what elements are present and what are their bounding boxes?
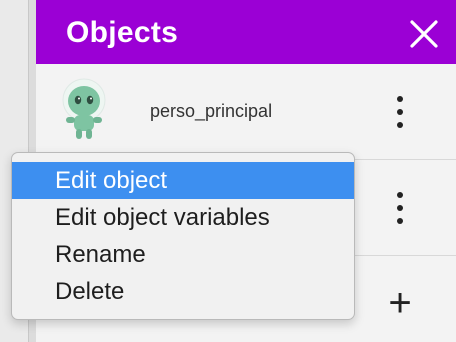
- add-object-button[interactable]: +: [383, 283, 417, 323]
- menu-item-rename[interactable]: Rename: [12, 236, 354, 273]
- menu-item-edit-object-variables[interactable]: Edit object variables: [12, 199, 354, 236]
- alien-character-icon: [56, 78, 112, 142]
- object-name: perso_principal: [150, 101, 273, 121]
- close-icon: [410, 20, 438, 48]
- close-button[interactable]: [408, 18, 440, 50]
- menu-item-delete[interactable]: Delete: [12, 273, 354, 310]
- object-list-item[interactable]: perso_principal: [36, 64, 456, 160]
- context-menu: Edit object Edit object variables Rename…: [11, 152, 355, 320]
- menu-item-edit-object[interactable]: Edit object: [12, 162, 354, 199]
- more-options-icon[interactable]: [388, 188, 412, 228]
- more-options-icon[interactable]: [388, 92, 412, 132]
- panel-title: Objects: [66, 16, 179, 49]
- objects-panel-header: Objects: [36, 0, 456, 64]
